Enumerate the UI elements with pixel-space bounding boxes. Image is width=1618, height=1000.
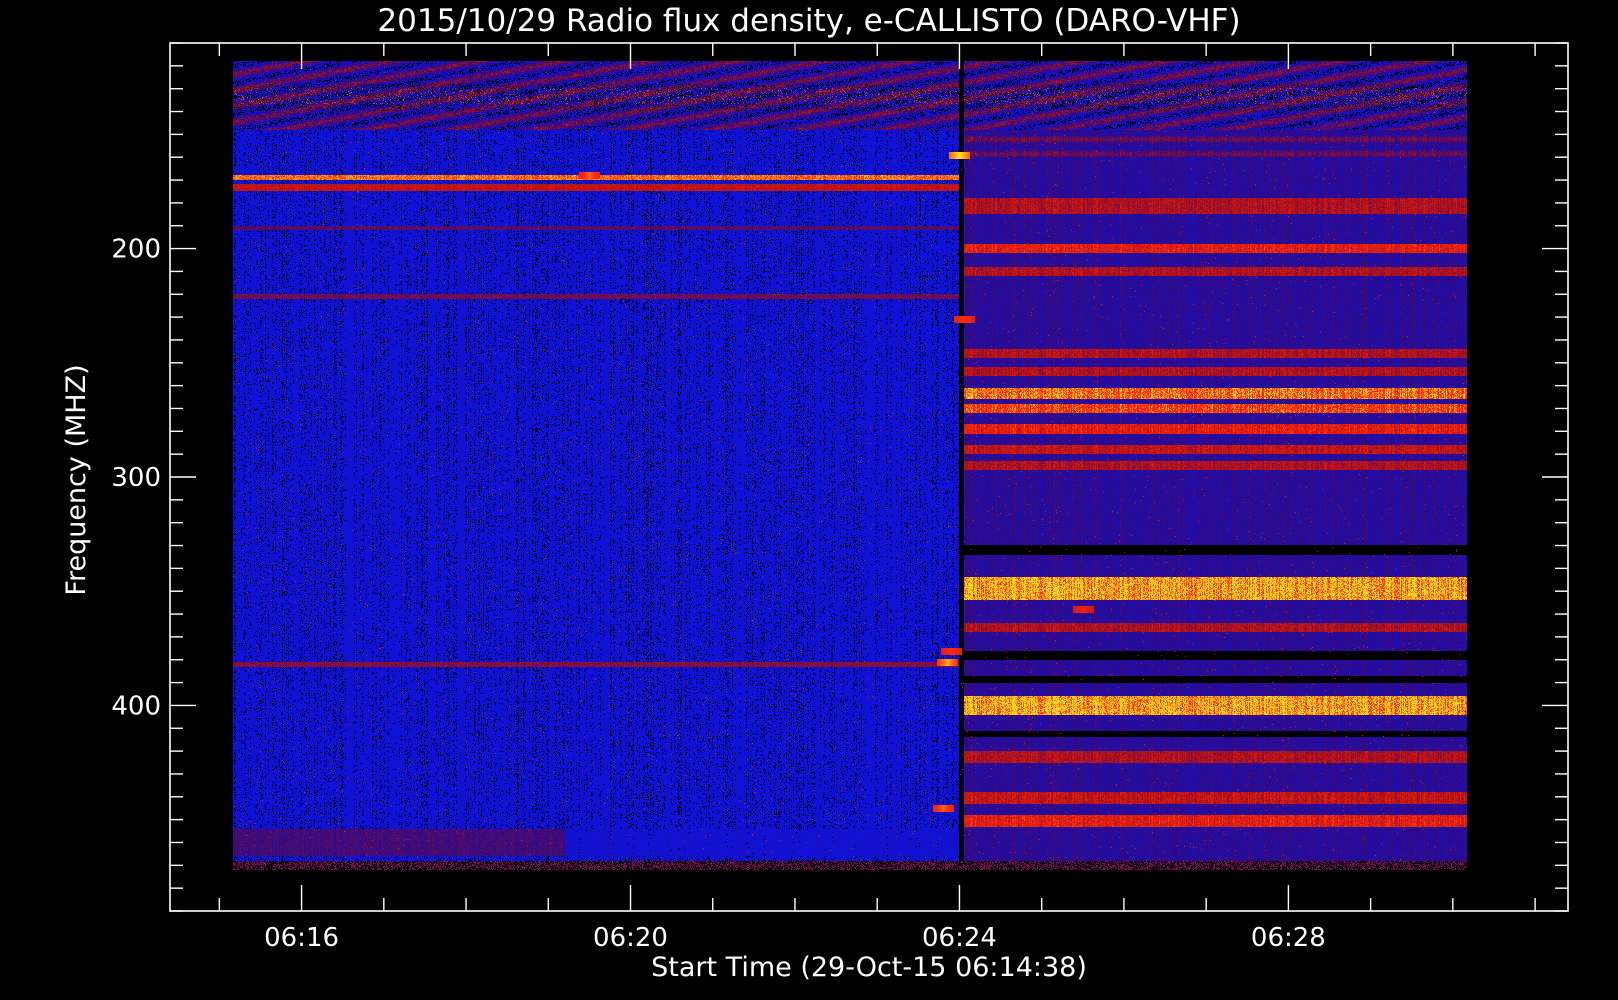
x-tick-label: 06:28 [1251,923,1326,953]
x-tick-label: 06:24 [922,923,997,953]
x-tick-label: 06:20 [593,923,668,953]
y-tick-label: 400 [111,691,161,721]
spectrogram-chart: 2015/10/29 Radio flux density, e-CALLIST… [61,3,1569,983]
spectrogram-heatmap [233,61,1467,870]
x-axis-tick-labels: 06:16 06:20 06:24 06:28 [264,923,1326,953]
y-tick-label: 200 [111,235,161,265]
x-tick-label: 06:16 [264,923,339,953]
y-axis-tick-labels: 200 300 400 [111,235,161,722]
chart-title: 2015/10/29 Radio flux density, e-CALLIST… [377,3,1240,39]
x-axis-label: Start Time (29-Oct-15 06:14:38) [651,952,1087,983]
y-tick-label: 300 [111,463,161,493]
y-axis-label: Frequency (MHZ) [61,364,92,595]
